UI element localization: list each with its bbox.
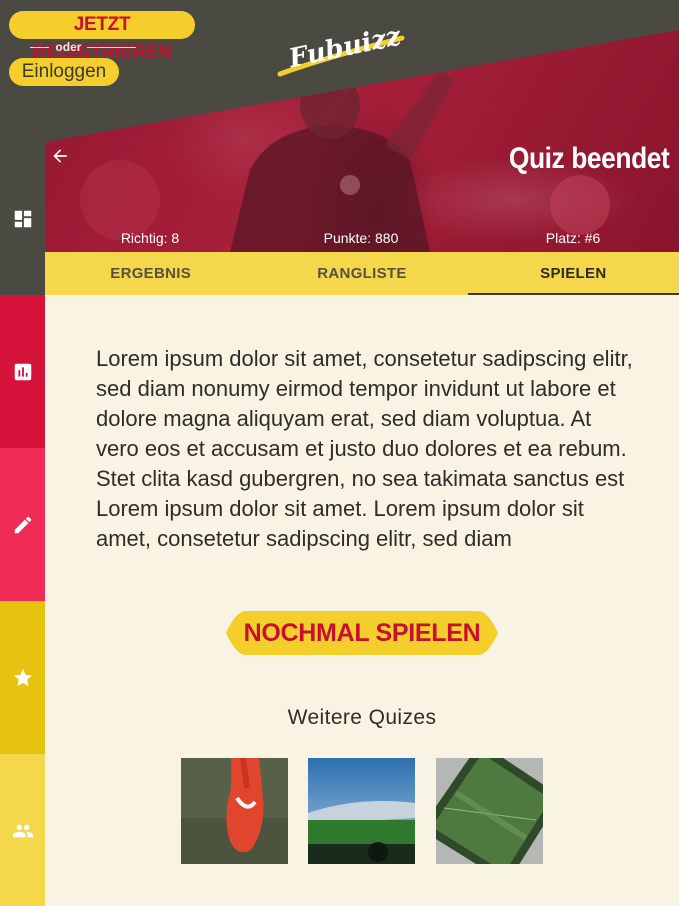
sidebar-item-community[interactable]: [0, 754, 45, 906]
stat-correct: Richtig: 8: [120, 230, 180, 246]
sidebar: [0, 142, 45, 906]
replay-button[interactable]: NOCHMAL SPIELEN: [226, 611, 498, 655]
pencil-icon: [14, 516, 31, 533]
bar-chart-icon: [14, 363, 31, 380]
oder-divider: oder: [30, 40, 136, 54]
tab-spielen[interactable]: SPIELEN: [467, 252, 679, 295]
register-button[interactable]: JETZT REGISTRIEREN: [9, 11, 195, 63]
replay-label: NOCHMAL SPIELEN: [243, 619, 481, 647]
sidebar-item-stats[interactable]: [0, 295, 45, 448]
football-boot-image: [181, 758, 288, 864]
sidebar-item-favorites[interactable]: [0, 601, 45, 754]
fubuizz-logo[interactable]: Fubuizz: [274, 18, 408, 80]
svg-text:Fubuizz: Fubuizz: [285, 21, 404, 74]
stat-points: Punkte: 880: [323, 230, 399, 246]
stat-rank: Platz: #6: [545, 230, 601, 246]
divider-line: [87, 46, 136, 48]
aerial-pitch-image: [436, 758, 543, 864]
dashboard-icon: [14, 210, 31, 227]
tab-rangliste[interactable]: RANGLISTE: [256, 252, 467, 295]
more-quizzes-title: Weitere Quizes: [287, 706, 437, 729]
stadium-image: [308, 758, 415, 864]
star-icon: [13, 668, 32, 686]
quiz-title: Quiz beendet: [508, 142, 670, 175]
result-tabs: ERGEBNIS RANGLISTE SPIELEN: [45, 252, 679, 295]
sidebar-item-edit[interactable]: [0, 448, 45, 601]
people-icon: [12, 824, 33, 837]
oder-label: oder: [55, 40, 82, 54]
tab-ergebnis[interactable]: ERGEBNIS: [45, 252, 256, 295]
sidebar-item-dashboard[interactable]: [0, 142, 45, 295]
hero-banner: JETZT REGISTRIEREN oder Einloggen Fubuiz…: [0, 0, 679, 252]
divider-line: [30, 46, 50, 48]
back-arrow-icon[interactable]: [50, 146, 70, 166]
result-description: Lorem ipsum dolor sit amet, consetetur s…: [96, 346, 633, 551]
quiz-thumbnail-boot[interactable]: [181, 758, 288, 864]
quiz-thumbnail-pitch[interactable]: [436, 758, 543, 864]
login-button[interactable]: Einloggen: [9, 58, 119, 86]
quiz-thumbnail-stadium[interactable]: [308, 758, 415, 864]
